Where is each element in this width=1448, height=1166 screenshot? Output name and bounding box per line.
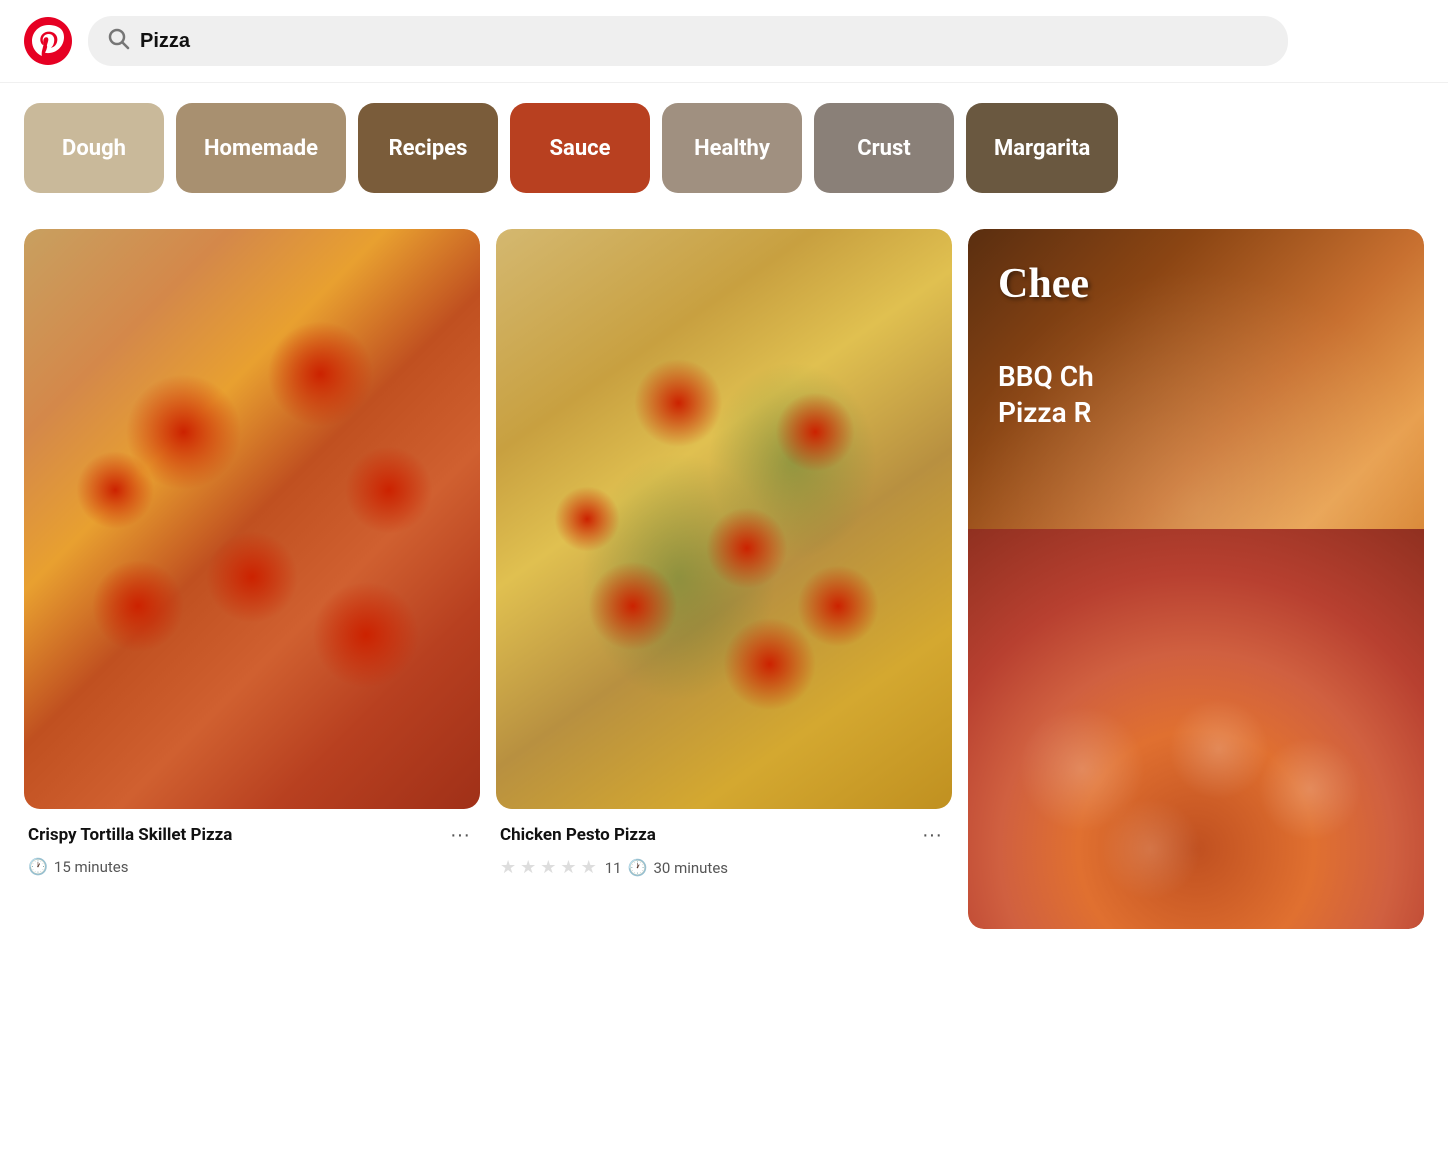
star-4: ★ (560, 857, 576, 878)
category-chip-healthy[interactable]: Healthy (662, 103, 802, 193)
pinterest-logo[interactable] (24, 17, 72, 65)
pin-image-bbq-rolls (968, 529, 1424, 929)
search-icon (108, 28, 130, 54)
column-3: Chee BBQ ChPizza R (968, 229, 1424, 929)
pin-title-1: Crispy Tortilla Skillet Pizza (28, 825, 232, 845)
pin-meta-1: 🕐 15 minutes (28, 857, 476, 876)
category-chips: Dough Homemade Recipes Sauce Healthy Crust Mar… (0, 83, 1448, 213)
pin-more-button-2[interactable]: ··· (916, 819, 948, 851)
category-chip-label-recipes: Recipes (389, 136, 468, 161)
content-grid: Crispy Tortilla Skillet Pizza ··· 🕐 15 m… (0, 213, 1448, 945)
pin-image-1 (24, 229, 480, 809)
pin-image-2 (496, 229, 952, 809)
pin-stars-2: ★ ★ ★ ★ ★ 11 (500, 857, 622, 878)
category-chip-recipes[interactable]: Recipes (358, 103, 498, 193)
pin-overlay-text-3: Chee (998, 259, 1089, 309)
clock-icon-1: 🕐 (28, 857, 48, 876)
pin-card-1[interactable]: Crispy Tortilla Skillet Pizza ··· 🕐 15 m… (24, 229, 480, 880)
pin-card-2[interactable]: Chicken Pesto Pizza ··· ★ ★ ★ ★ ★ 11 🕐 3… (496, 229, 952, 882)
category-chip-label-healthy: Healthy (694, 136, 770, 161)
star-3: ★ (540, 857, 556, 878)
category-chip-homemade[interactable]: Homemade (176, 103, 346, 193)
search-input[interactable]: Pizza (140, 30, 1268, 53)
pin-more-button-1[interactable]: ··· (444, 819, 476, 851)
category-chip-sauce[interactable]: Sauce (510, 103, 650, 193)
star-5: ★ (581, 857, 597, 878)
pin-image-3: Chee BBQ ChPizza R (968, 229, 1424, 929)
clock-icon-2: 🕐 (628, 858, 648, 877)
pin-meta-2: ★ ★ ★ ★ ★ 11 🕐 30 minutes (500, 857, 948, 878)
search-bar[interactable]: Pizza (88, 16, 1288, 66)
pin-info-2: Chicken Pesto Pizza ··· ★ ★ ★ ★ ★ 11 🕐 3… (496, 809, 952, 882)
star-2: ★ (520, 857, 536, 878)
category-chip-label-dough: Dough (62, 136, 126, 161)
pin-time-2: 30 minutes (654, 859, 729, 877)
star-1: ★ (500, 857, 516, 878)
header: Pizza (0, 0, 1448, 83)
pin-info-1: Crispy Tortilla Skillet Pizza ··· 🕐 15 m… (24, 809, 480, 880)
pin-card-3[interactable]: Chee BBQ ChPizza R (968, 229, 1424, 929)
pin-overlay-subtitle-3: BBQ ChPizza R (998, 359, 1394, 432)
category-chip-crust[interactable]: Crust (814, 103, 954, 193)
pin-time-1: 15 minutes (54, 858, 129, 876)
review-count-2: 11 (605, 859, 622, 877)
category-chip-label-homemade: Homemade (204, 136, 318, 161)
column-1: Crispy Tortilla Skillet Pizza ··· 🕐 15 m… (24, 229, 480, 929)
category-chip-label-crust: Crust (857, 136, 911, 161)
column-2: Chicken Pesto Pizza ··· ★ ★ ★ ★ ★ 11 🕐 3… (496, 229, 952, 929)
pin-title-2: Chicken Pesto Pizza (500, 825, 656, 845)
category-chip-dough[interactable]: Dough (24, 103, 164, 193)
category-chip-label-margarita: Margarita (994, 136, 1090, 161)
category-chip-margarita[interactable]: Margarita (966, 103, 1118, 193)
category-chip-label-sauce: Sauce (550, 136, 611, 161)
